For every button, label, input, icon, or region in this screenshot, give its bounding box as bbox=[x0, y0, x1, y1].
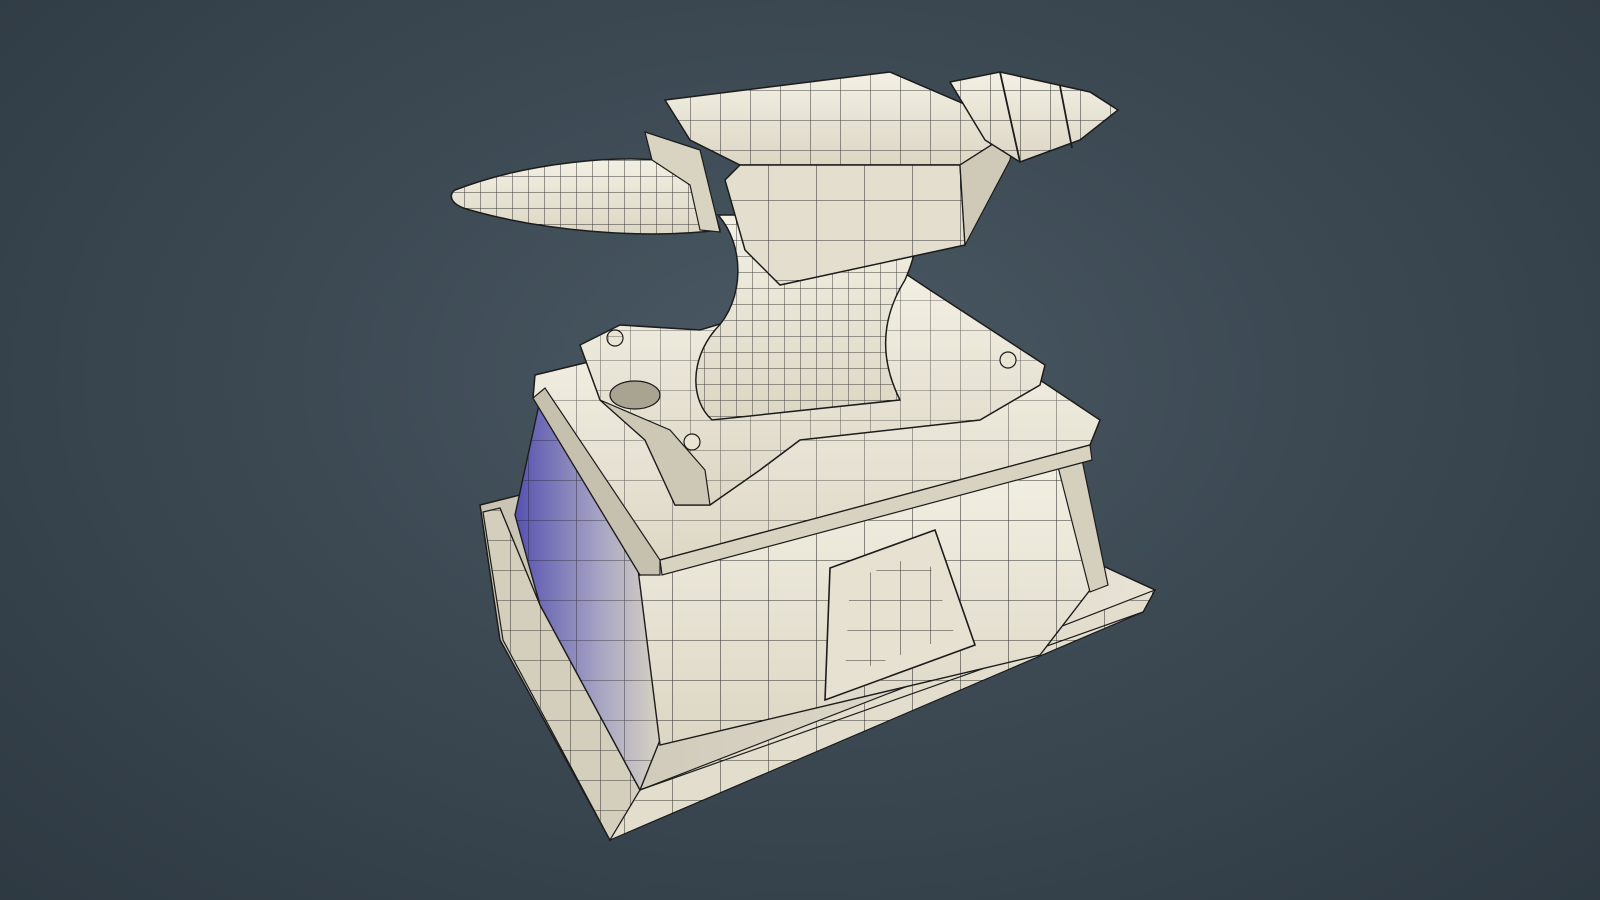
anvil-horn bbox=[450, 131, 721, 235]
rivet bbox=[606, 329, 624, 347]
rivet bbox=[999, 351, 1017, 369]
render-viewport bbox=[0, 0, 1600, 900]
anvil-model-render bbox=[450, 71, 1157, 842]
rivet bbox=[683, 433, 701, 451]
